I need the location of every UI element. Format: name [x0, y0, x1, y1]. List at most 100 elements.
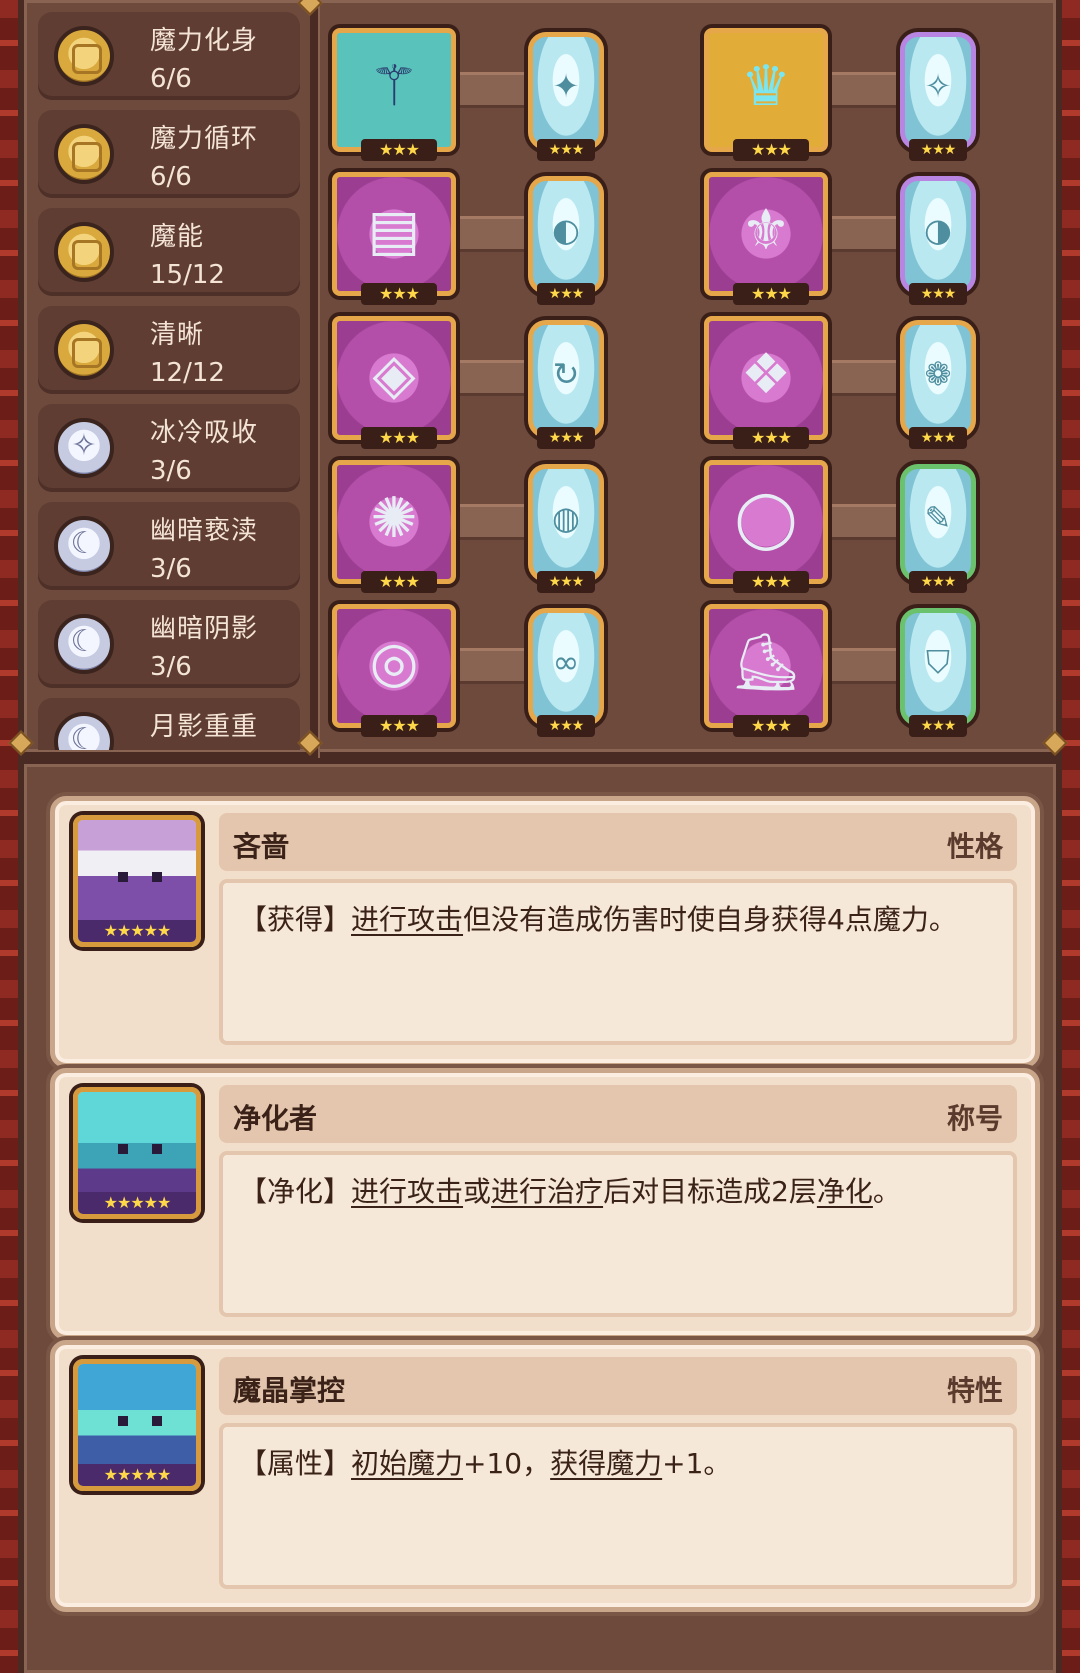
rune-slot[interactable]: ∞ ★★★	[528, 608, 604, 737]
traits-panel: ★★★★★ 吝啬 性格 【获得】进行攻击但没有造成伤害时使自身获得4点魔力。 ★★★★★…	[18, 758, 1062, 1673]
description-text: 后对目标造成2层	[603, 1175, 817, 1208]
trait-title: 吝啬	[233, 830, 290, 863]
trait-category: 性格	[946, 830, 1003, 863]
rune-star-rating: ★★★	[537, 283, 595, 305]
equipment-star-rating: ★★★	[733, 571, 809, 593]
synergy-count: 6/6	[150, 162, 192, 192]
rune-icon: ❁	[924, 355, 952, 393]
rune-slot[interactable]: ❁ ★★★	[900, 320, 976, 449]
rune-slot[interactable]: ✎ ★★★	[900, 464, 976, 593]
gold-coin-icon	[54, 26, 114, 86]
synergy-name: 冰冷吸收	[150, 418, 259, 448]
rune-star-rating: ★★★	[909, 571, 967, 593]
rune-slot[interactable]: ◍ ★★★	[528, 464, 604, 593]
description-text: 。	[872, 1175, 901, 1208]
synergy-row[interactable]: 月影重重	[38, 698, 300, 750]
synergy-row[interactable]: 冰冷吸收 3/6	[38, 404, 300, 492]
rune-icon: ✦	[552, 67, 580, 105]
trait-card[interactable]: ★★★★★ 净化者 称号 【净化】进行攻击或进行治疗后对目标造成2层净化。	[50, 1068, 1040, 1340]
synergy-row[interactable]: 魔力循环 6/6	[38, 110, 300, 198]
rune-star-rating: ★★★	[537, 139, 595, 161]
synergy-row[interactable]: 幽暗亵渎 3/6	[38, 502, 300, 590]
rune-star-rating: ★★★	[909, 427, 967, 449]
equipment-slot[interactable]: ✺ ★★★	[332, 460, 456, 593]
synergy-name: 月影重重	[150, 712, 259, 742]
character-portrait: ★★★★★	[73, 815, 201, 947]
equipment-slot[interactable]: ⛸ ★★★	[704, 604, 828, 737]
equipment-slot[interactable]: ⚚ ★★★	[332, 28, 456, 161]
equipment-star-rating: ★★★	[361, 283, 437, 305]
rune-slot[interactable]: ✧ ★★★	[900, 32, 976, 161]
trait-card-header: 吝啬 性格	[219, 813, 1017, 871]
trait-card-header: 净化者 称号	[219, 1085, 1017, 1143]
synergy-count: 15/12	[150, 260, 225, 290]
equipment-slot[interactable]: ♛ ★★★	[704, 28, 828, 161]
trait-description-box: 【获得】进行攻击但没有造成伤害时使自身获得4点魔力。	[219, 879, 1017, 1045]
equipment-star-rating: ★★★	[361, 427, 437, 449]
equipment-star-rating: ★★★	[361, 139, 437, 161]
trait-category: 特性	[946, 1374, 1003, 1407]
rune-icon: ◑	[924, 211, 952, 249]
keyword-link[interactable]: 净化	[817, 1175, 873, 1208]
synergy-row[interactable]: 清晰 12/12	[38, 306, 300, 394]
character-avatar	[78, 820, 196, 922]
synergy-row[interactable]: 幽暗阴影 3/6	[38, 600, 300, 688]
panel-divider	[310, 0, 318, 758]
rune-slot[interactable]: ✦ ★★★	[528, 32, 604, 161]
synergy-name: 魔力循环	[150, 124, 259, 154]
crystal-crown-icon: ♛	[740, 54, 792, 119]
description-text: +1。	[662, 1447, 732, 1480]
trait-category: 称号	[946, 1102, 1003, 1135]
rune-slot[interactable]: ⛉ ★★★	[900, 608, 976, 737]
rune-slot[interactable]: ◐ ★★★	[528, 176, 604, 305]
spellbook-icon: ▤	[367, 198, 421, 263]
rune-icon: ◐	[552, 211, 580, 249]
build-overview-panel: 魔力化身 6/6 魔力循环 6/6 魔能 15/12 清晰 12/12 冰冷吸收…	[8, 0, 1068, 758]
trait-description-box: 【属性】初始魔力+10，获得魔力+1。	[219, 1423, 1017, 1589]
description-text: 但没有造成伤害时使自身获得4点魔力。	[463, 903, 957, 936]
gold-coin-icon	[54, 320, 114, 380]
synergy-row[interactable]: 魔力化身 6/6	[38, 12, 300, 100]
rune-star-rating: ★★★	[537, 427, 595, 449]
description-text: 【获得】	[239, 903, 352, 936]
equipment-slot[interactable]: ▤ ★★★	[332, 172, 456, 305]
trait-card[interactable]: ★★★★★ 魔晶掌控 特性 【属性】初始魔力+10，获得魔力+1。	[50, 1340, 1040, 1612]
amulet-icon: ◈	[372, 342, 416, 407]
keyword-link[interactable]: 进行攻击	[351, 1175, 463, 1208]
gold-coin-icon	[54, 124, 114, 184]
rune-star-rating: ★★★	[909, 715, 967, 737]
rune-star-rating: ★★★	[537, 571, 595, 593]
rune-slot[interactable]: ↻ ★★★	[528, 320, 604, 449]
synergy-count: 3/6	[150, 456, 192, 486]
moon-icon	[54, 516, 114, 576]
keyword-link[interactable]: 进行治疗	[491, 1175, 603, 1208]
equipment-rune-link	[828, 72, 904, 108]
equipment-slot[interactable]: ◯ ★★★	[704, 460, 828, 593]
equipment-rune-link	[456, 360, 532, 396]
rune-slot[interactable]: ◑ ★★★	[900, 176, 976, 305]
equipment-slot[interactable]: ⚜ ★★★	[704, 172, 828, 305]
keyword-link[interactable]: 进行攻击	[351, 903, 463, 936]
equipment-slot[interactable]: ◈ ★★★	[332, 316, 456, 449]
equipment-slot[interactable]: ❖ ★★★	[704, 316, 828, 449]
corner-ornament	[297, 0, 323, 16]
synergy-row[interactable]: 魔能 15/12	[38, 208, 300, 296]
equipment-rune-link	[828, 504, 904, 540]
portrait-star-rating: ★★★★★	[78, 1192, 196, 1214]
synergy-count: 3/6	[150, 652, 192, 682]
rune-icon: ✎	[924, 499, 952, 537]
character-portrait: ★★★★★	[73, 1359, 201, 1491]
silver-ring-band-icon: ◯	[734, 486, 798, 551]
keyword-link[interactable]: 获得魔力	[550, 1447, 662, 1480]
keyword-link[interactable]: 初始魔力	[351, 1447, 463, 1480]
rune-star-rating: ★★★	[909, 139, 967, 161]
portrait-star-rating: ★★★★★	[78, 1464, 196, 1486]
synergy-name: 幽暗亵渎	[150, 516, 259, 546]
equipment-slot[interactable]: ◎ ★★★	[332, 604, 456, 737]
equipment-star-rating: ★★★	[733, 139, 809, 161]
rune-icon: ∞	[552, 643, 580, 681]
synergy-list[interactable]: 魔力化身 6/6 魔力循环 6/6 魔能 15/12 清晰 12/12 冰冷吸收…	[38, 4, 300, 750]
corner-ornament	[297, 730, 323, 756]
rune-icon: ◍	[552, 499, 580, 537]
trait-card[interactable]: ★★★★★ 吝啬 性格【获得】进行攻击但没有造成伤害时使自身获得4点魔力。	[50, 796, 1040, 1068]
